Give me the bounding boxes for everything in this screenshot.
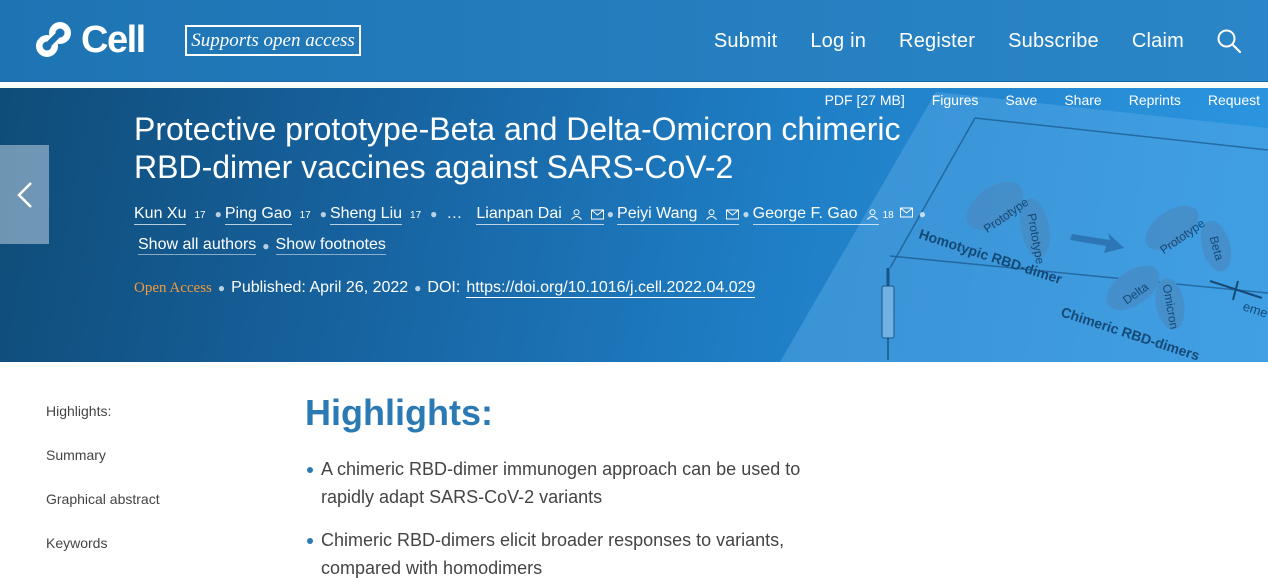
author-name: Lianpan Dai (476, 205, 562, 222)
reprints-link[interactable]: Reprints (1129, 92, 1181, 108)
email-icon[interactable] (899, 207, 913, 218)
author-footnote: 18 (882, 210, 894, 221)
outline-keywords[interactable]: Keywords (46, 535, 160, 578)
cell-logo-icon (36, 22, 71, 57)
nav-submit[interactable]: Submit (714, 30, 777, 53)
separator-dot: ● (319, 207, 327, 221)
logo-text: Cell (81, 18, 146, 61)
person-icon (570, 208, 582, 220)
author-footnote: 17 (410, 210, 422, 221)
separator-dot: ● (262, 238, 270, 253)
separator-dot: ● (430, 207, 438, 221)
top-navigation: Cell Supports open access Submit Log in … (0, 0, 1268, 82)
author-name: Peiyi Wang (617, 205, 698, 222)
article-tools: PDF [27 MB] Figures Save Share Reprints … (798, 92, 1260, 108)
author-link[interactable]: Ping Gao (224, 205, 292, 225)
author-link[interactable]: Sheng Liu (329, 205, 403, 225)
nav-log-in[interactable]: Log in (810, 30, 866, 53)
show-all-authors-link[interactable]: Show all authors (138, 236, 257, 255)
nav-register[interactable]: Register (899, 30, 975, 53)
author-name: Sheng Liu (329, 205, 403, 222)
main-nav: Submit Log in Register Subscribe Claim (681, 0, 1268, 82)
pdf-link[interactable]: PDF [27 MB] (825, 92, 905, 108)
authors-ellipsis: … (446, 205, 463, 222)
author-link[interactable]: Kun Xu (134, 205, 187, 225)
search-icon[interactable] (1216, 28, 1242, 54)
request-link[interactable]: Request (1208, 92, 1260, 108)
outline-highlights[interactable]: Highlights: (46, 403, 160, 447)
separator-dot: ● (606, 207, 615, 221)
person-icon (866, 208, 878, 220)
list-item: A chimeric RBD-dimer immunogen approach … (305, 455, 845, 511)
previous-article-button[interactable] (0, 145, 49, 244)
supports-open-access-badge[interactable]: Supports open access (185, 25, 361, 56)
person-icon (706, 208, 718, 220)
article-title: Protective prototype-Beta and Delta-Omic… (134, 111, 901, 185)
nav-claim[interactable]: Claim (1132, 30, 1184, 53)
list-item: Chimeric RBD-dimers elicit broader respo… (305, 526, 845, 578)
outline-graphical-abstract[interactable]: Graphical abstract (46, 491, 160, 535)
separator-dot: ● (414, 281, 422, 295)
author-footnote: 17 (299, 210, 311, 221)
highlights-list: A chimeric RBD-dimer immunogen approach … (305, 455, 845, 578)
author-name: Ping Gao (224, 205, 292, 222)
article-hero: Prototype Prototype Prototype Beta Delta… (0, 88, 1268, 362)
email-icon[interactable] (726, 209, 740, 220)
cell-logo[interactable]: Cell (33, 18, 146, 61)
author-link[interactable]: Lianpan Dai (476, 205, 604, 225)
separator-dot: ● (217, 281, 226, 295)
author-name: George F. Gao (752, 205, 858, 222)
separator-dot: ● (918, 207, 926, 221)
published-date: Published: April 26, 2022 (231, 279, 409, 296)
author-list: Kun Xu 17 ● Ping Gao 17 ● Sheng Liu 17 ●… (134, 205, 929, 225)
author-footnote: 17 (194, 210, 206, 221)
separator-dot: ● (742, 207, 750, 221)
email-icon[interactable] (590, 209, 604, 220)
open-access-label: Open Access (134, 280, 212, 296)
author-name: Kun Xu (134, 205, 187, 222)
highlights-heading: Highlights: (305, 392, 493, 433)
article-outline: Highlights: Summary Graphical abstract K… (46, 403, 160, 578)
author-link[interactable]: George F. Gao (752, 205, 879, 225)
outline-summary[interactable]: Summary (46, 447, 160, 491)
show-footnotes-link[interactable]: Show footnotes (275, 236, 386, 255)
doi-link[interactable]: https://doi.org/10.1016/j.cell.2022.04.0… (466, 279, 756, 298)
save-link[interactable]: Save (1005, 92, 1037, 108)
author-link[interactable]: Peiyi Wang (617, 205, 740, 225)
doi-label: DOI: (427, 279, 461, 296)
article-meta: Open Access ● Published: April 26, 2022 … (134, 279, 756, 298)
chevron-left-icon (16, 181, 32, 208)
share-link[interactable]: Share (1064, 92, 1101, 108)
figures-link[interactable]: Figures (932, 92, 979, 108)
author-options: Show all authors ● Show footnotes (138, 236, 386, 255)
nav-subscribe[interactable]: Subscribe (1008, 30, 1099, 53)
separator-dot: ● (214, 207, 222, 221)
